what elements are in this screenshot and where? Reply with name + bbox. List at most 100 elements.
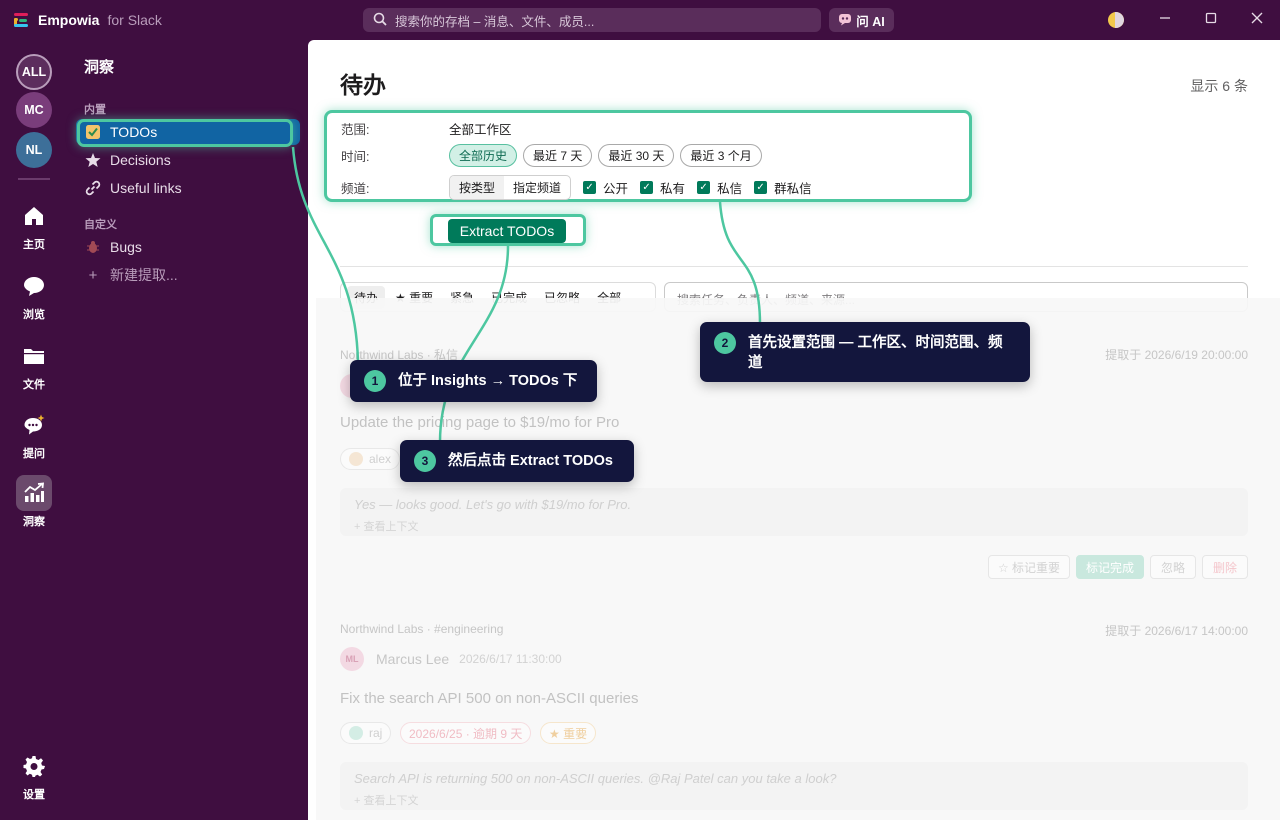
mark-done-button[interactable]: 标记完成 [1076, 555, 1144, 579]
card-1-quote: Yes — looks good. Let's go with $19/mo f… [340, 488, 1248, 536]
channel-mode-specific[interactable]: 指定频道 [504, 176, 570, 199]
card-1-extracted: 提取于 2026/6/19 20:00:00 [1105, 348, 1248, 362]
channel-row: 频道: 按类型 指定频道 ✓ 公开 ✓ 私有 ✓ 私信 ✓ 群私信 [341, 175, 824, 200]
title-bar: Empowia for Slack 搜索你的存档 – 消息、文件、成员... 问… [0, 0, 1280, 40]
checkmark-icon: ✓ [583, 181, 597, 194]
rail-files[interactable]: 文件 [0, 338, 68, 392]
card-2-context-link[interactable]: + 查看上下文 [354, 792, 1234, 808]
card-1-quote-text: Yes — looks good. Let's go with $19/mo f… [354, 497, 632, 512]
checkmark-icon: ✓ [754, 181, 768, 194]
rail-ask-label: 提问 [23, 448, 45, 460]
card-2-extracted: 提取于 2026/6/17 14:00:00 [1105, 624, 1248, 638]
checkbox-dm[interactable]: ✓ 私信 [697, 178, 742, 197]
plus-icon: + [88, 266, 98, 284]
sidebar-item-useful-links[interactable]: Useful links [76, 175, 300, 201]
global-search-input[interactable]: 搜索你的存档 – 消息、文件、成员... [363, 8, 821, 32]
card-2-author: ML Marcus Lee 2026/6/17 11:30:00 [340, 647, 562, 671]
card-2-quote-text: Search API is returning 500 on non-ASCII… [354, 771, 837, 786]
main-panel: 待办 显示 6 条 范围: 全部工作区 时间: 全部历史 最近 7 天 最近 3… [308, 40, 1280, 820]
callout-2-number: 2 [714, 332, 736, 354]
close-icon[interactable] [1247, 10, 1267, 30]
sidebar-item-bugs-label: Bugs [110, 239, 142, 255]
sidebar-section-builtin: 内置 [84, 104, 106, 116]
rail-insights-label: 洞察 [23, 516, 45, 528]
channel-mode-toggle: 按类型 指定频道 [449, 175, 572, 200]
rail-home-label: 主页 [23, 239, 45, 251]
extract-highlight-ring: Extract TODOs [430, 214, 586, 246]
ignore-button[interactable]: 忽略 [1150, 555, 1196, 579]
workspace-all[interactable]: ALL [16, 54, 52, 90]
mark-important-button[interactable]: ☆ 标记重要 [988, 555, 1070, 579]
star-icon [84, 151, 102, 169]
scope-value[interactable]: 全部工作区 [449, 119, 512, 138]
card-2-title[interactable]: Fix the search API 500 on non-ASCII quer… [340, 690, 639, 707]
ask-bubble-icon [16, 407, 52, 443]
card-2-time: 2026/6/17 11:30:00 [459, 652, 562, 666]
section-divider [340, 266, 1248, 267]
card-2-due-tag: 2026/6/25 · 逾期 9 天 [400, 722, 532, 744]
card-2-quote: Search API is returning 500 on non-ASCII… [340, 762, 1248, 810]
rail-browse[interactable]: 浏览 [0, 268, 68, 322]
workspace-mc[interactable]: MC [16, 92, 52, 128]
new-extract-button[interactable]: + 新建提取... [76, 262, 300, 288]
ask-ai-button[interactable]: 问 AI [829, 8, 894, 32]
time-row: 时间: 全部历史 最近 7 天 最近 30 天 最近 3 个月 [341, 144, 768, 167]
sidebar: 洞察 内置 TODOs Decisions Useful links 自定义 B… [68, 40, 308, 820]
rail-settings[interactable]: 设置 [0, 748, 68, 802]
sidebar-section-custom: 自定义 [84, 219, 117, 231]
theme-toggle-icon[interactable] [1108, 12, 1124, 28]
checkmark-icon: ✓ [640, 181, 654, 194]
maximize-icon[interactable] [1201, 10, 1221, 30]
global-search-placeholder: 搜索你的存档 – 消息、文件、成员... [395, 14, 595, 29]
callout-3-text: 然后点击 Extract TODOs [448, 453, 613, 469]
time-chip-3m[interactable]: 最近 3 个月 [680, 144, 762, 167]
scope-row: 范围: 全部工作区 [341, 119, 512, 138]
card-1-assignee-tag: alex [340, 448, 401, 470]
card-1-title[interactable]: Update the pricing page to $19/mo for Pr… [340, 414, 619, 431]
card-1-assignee: alex [369, 452, 392, 466]
checkbox-private-label: 私有 [660, 182, 686, 196]
app-logo-icon [14, 12, 28, 28]
chat-bubble-icon [16, 268, 52, 304]
card-2-assignee-tag: raj [340, 722, 392, 744]
home-icon [16, 198, 52, 234]
checkbox-group-dm[interactable]: ✓ 群私信 [754, 178, 812, 197]
callout-3: 3 然后点击 Extract TODOs [400, 440, 634, 482]
sidebar-title: 洞察 [84, 59, 115, 76]
card-2-author-name: Marcus Lee [376, 651, 450, 667]
callout-1-number: 1 [364, 370, 386, 392]
sidebar-item-useful-links-label: Useful links [110, 180, 182, 196]
new-extract-label: 新建提取... [110, 267, 178, 283]
delete-button[interactable]: 删除 [1202, 555, 1248, 579]
rail-divider [18, 178, 50, 180]
gear-icon [16, 748, 52, 784]
insights-chart-icon [16, 475, 52, 511]
time-chip-7d[interactable]: 最近 7 天 [523, 144, 593, 167]
scope-filter-panel: 范围: 全部工作区 时间: 全部历史 最近 7 天 最近 30 天 最近 3 个… [324, 110, 972, 202]
extract-todos-button[interactable]: Extract TODOs [448, 219, 566, 243]
checkbox-private[interactable]: ✓ 私有 [640, 178, 685, 197]
callout-2-text: 首先设置范围 — 工作区、时间范围、频道 [748, 335, 1003, 371]
time-chip-all[interactable]: 全部历史 [449, 144, 518, 167]
channel-mode-by-type[interactable]: 按类型 [450, 176, 505, 199]
ask-ai-label: 问 AI [856, 14, 885, 29]
time-chip-30d[interactable]: 最近 30 天 [598, 144, 675, 167]
sidebar-item-bugs[interactable]: Bugs [76, 234, 300, 260]
callout-3-number: 3 [414, 450, 436, 472]
sidebar-item-decisions[interactable]: Decisions [76, 147, 300, 173]
card-1-context-link[interactable]: + 查看上下文 [354, 518, 1234, 534]
workspace-mc-label: MC [24, 103, 44, 117]
checkbox-public[interactable]: ✓ 公开 [583, 178, 628, 197]
rail-home[interactable]: 主页 [0, 198, 68, 252]
rail-insights[interactable]: 洞察 [0, 475, 68, 529]
brand: Empowia for Slack [0, 12, 360, 28]
search-icon [373, 12, 387, 29]
sidebar-item-decisions-label: Decisions [110, 152, 171, 168]
scope-label: 范围: [341, 123, 370, 137]
workspace-rail: ALL MC NL 主页 浏览 文件 提问 洞察 设置 [0, 40, 68, 820]
assignee-avatar [349, 452, 363, 466]
minimize-icon[interactable] [1155, 10, 1175, 30]
workspace-nl[interactable]: NL [16, 132, 52, 168]
rail-ask[interactable]: 提问 [0, 407, 68, 461]
card-2-assignee: raj [369, 726, 383, 740]
